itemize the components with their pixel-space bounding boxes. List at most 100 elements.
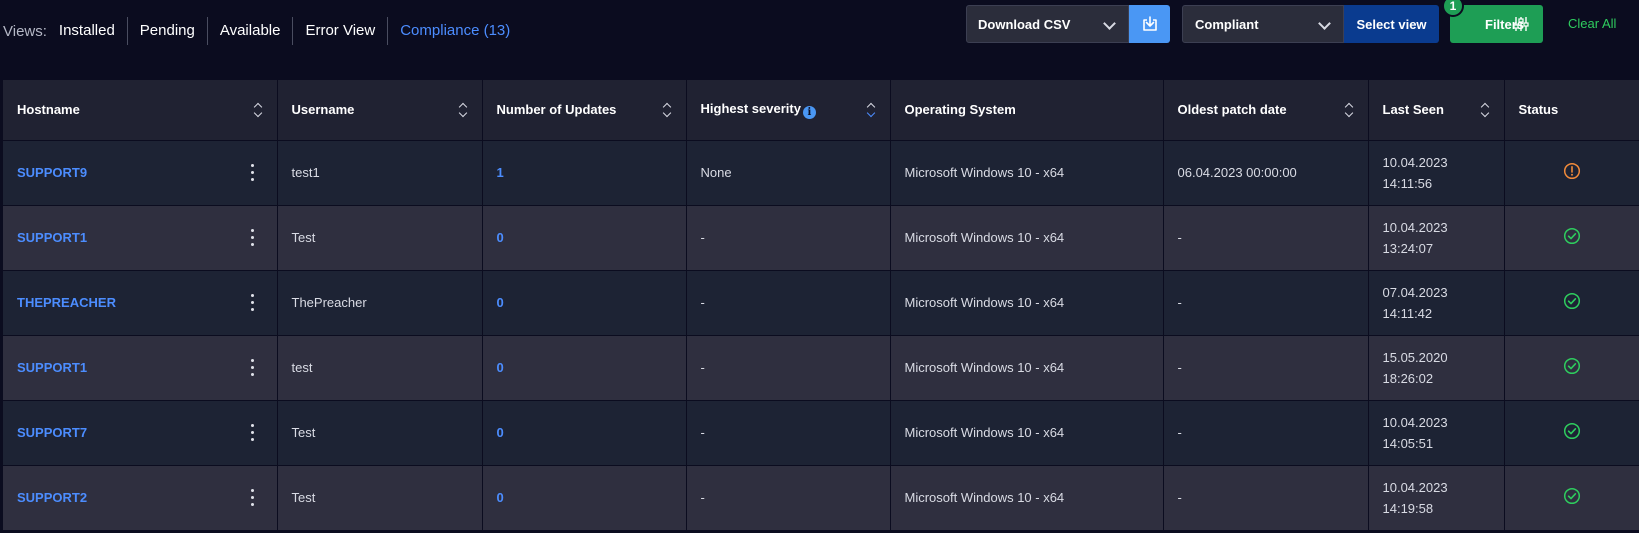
last-seen-date: 10.04.2023	[1382, 219, 1448, 235]
views-label: Views:	[3, 22, 47, 40]
more-options-icon[interactable]	[250, 163, 255, 182]
last-seen-time: 14:19:58	[1382, 500, 1434, 516]
saved-view-select[interactable]: Compliant	[1182, 5, 1344, 43]
column-header-hostname[interactable]: Hostname	[3, 80, 278, 141]
cell-updates: 0	[482, 465, 687, 531]
check-circle-icon	[1563, 357, 1581, 378]
updates-count-link[interactable]: 0	[497, 230, 504, 245]
cell-hostname: SUPPORT1	[3, 205, 278, 271]
column-header-label: Operating System	[904, 102, 1016, 118]
cell-severity: -	[686, 205, 891, 271]
column-header-label: Username	[291, 102, 355, 118]
view-tab-available[interactable]: Available	[208, 17, 294, 45]
clear-all-link[interactable]: Clear All	[1568, 16, 1616, 31]
cell-oldest-patch: -	[1163, 205, 1369, 271]
more-options-icon[interactable]	[250, 228, 255, 247]
cell-hostname: THEPREACHER	[3, 270, 278, 336]
view-tab-installed[interactable]: Installed	[59, 17, 128, 45]
hostname-link[interactable]: THEPREACHER	[17, 295, 116, 310]
more-options-icon[interactable]	[250, 358, 255, 377]
cell-last-seen: 07.04.2023 14:11:42	[1368, 270, 1505, 336]
cell-status	[1504, 335, 1639, 401]
cell-os: Microsoft Windows 10 - x64	[890, 205, 1164, 271]
column-header-label: Highest severity	[700, 100, 801, 116]
column-header-label: Number of Updates	[496, 102, 617, 118]
hostname-link[interactable]: SUPPORT1	[17, 360, 87, 375]
column-header-os: Operating System	[890, 80, 1164, 141]
view-tab-compliance[interactable]: Compliance (13)	[388, 17, 522, 45]
updates-count-link[interactable]: 0	[497, 425, 504, 440]
cell-updates: 1	[482, 140, 687, 206]
column-header-label: Hostname	[17, 102, 80, 118]
cell-hostname: SUPPORT2	[3, 465, 278, 531]
chevron-down-icon	[1318, 17, 1331, 30]
check-circle-icon	[1563, 487, 1581, 508]
view-tab-error-view[interactable]: Error View	[293, 17, 389, 45]
saved-view-value: Compliant	[1195, 16, 1259, 32]
compliance-table: Hostname Username Number of Updates High…	[3, 80, 1639, 531]
sort-icon[interactable]	[662, 102, 672, 118]
sort-icon[interactable]	[1344, 102, 1354, 118]
sort-icon[interactable]	[253, 102, 263, 118]
sort-icon[interactable]	[458, 102, 468, 118]
download-button[interactable]	[1129, 5, 1170, 43]
cell-last-seen: 10.04.2023 14:11:56	[1368, 140, 1505, 206]
hostname-link[interactable]: SUPPORT9	[17, 165, 87, 180]
table-row: SUPPORT7 Test 0 - Microsoft Windows 10 - x64…	[3, 400, 1639, 466]
cell-last-seen: 10.04.2023 13:24:07	[1368, 205, 1505, 271]
updates-count-link[interactable]: 0	[497, 490, 504, 505]
hostname-link[interactable]: SUPPORT7	[17, 425, 87, 440]
download-format-value: Download CSV	[978, 16, 1071, 32]
sort-icon[interactable]	[1480, 102, 1490, 118]
last-seen-date: 15.05.2020	[1382, 349, 1448, 365]
filters-button[interactable]: Filters	[1450, 5, 1543, 43]
column-header-updates[interactable]: Number of Updates	[482, 80, 687, 141]
hostname-link[interactable]: SUPPORT1	[17, 230, 87, 245]
cell-os: Microsoft Windows 10 - x64	[890, 140, 1164, 206]
cell-oldest-patch: -	[1163, 400, 1369, 466]
updates-count-link[interactable]: 0	[497, 295, 504, 310]
sliders-icon	[1513, 17, 1529, 31]
cell-severity: -	[686, 465, 891, 531]
cell-updates: 0	[482, 270, 687, 336]
cell-oldest-patch: -	[1163, 335, 1369, 401]
cell-updates: 0	[482, 400, 687, 466]
cell-status	[1504, 400, 1639, 466]
select-view-button[interactable]: Select view	[1344, 5, 1439, 43]
chevron-down-icon	[1103, 17, 1116, 30]
hostname-link[interactable]: SUPPORT2	[17, 490, 87, 505]
column-header-oldest-patch[interactable]: Oldest patch date	[1163, 80, 1369, 141]
last-seen-time: 13:24:07	[1382, 240, 1434, 256]
column-header-label: Status	[1518, 102, 1559, 118]
cell-hostname: SUPPORT9	[3, 140, 278, 206]
download-icon	[1142, 16, 1157, 31]
column-header-status: Status	[1504, 80, 1639, 141]
sort-icon[interactable]	[866, 102, 876, 118]
cell-severity: -	[686, 335, 891, 401]
updates-count-link[interactable]: 0	[497, 360, 504, 375]
download-format-select[interactable]: Download CSV	[966, 5, 1129, 43]
column-header-label: Last Seen	[1382, 102, 1444, 118]
cell-hostname: SUPPORT1	[3, 335, 278, 401]
more-options-icon[interactable]	[250, 293, 255, 312]
cell-os: Microsoft Windows 10 - x64	[890, 335, 1164, 401]
views-switcher: Views: Installed Pending Available Error…	[3, 17, 522, 45]
cell-updates: 0	[482, 335, 687, 401]
cell-status	[1504, 140, 1639, 206]
column-header-last-seen[interactable]: Last Seen	[1368, 80, 1505, 141]
cell-username: ThePreacher	[277, 270, 483, 336]
more-options-icon[interactable]	[250, 423, 255, 442]
cell-username: Test	[277, 465, 483, 531]
more-options-icon[interactable]	[250, 488, 255, 507]
cell-updates: 0	[482, 205, 687, 271]
column-header-severity[interactable]: Highest severity i	[686, 80, 891, 141]
cell-status	[1504, 465, 1639, 531]
last-seen-date: 10.04.2023	[1382, 414, 1448, 430]
cell-last-seen: 10.04.2023 14:05:51	[1368, 400, 1505, 466]
view-tab-pending[interactable]: Pending	[128, 17, 208, 45]
info-icon[interactable]: i	[802, 105, 816, 119]
column-header-username[interactable]: Username	[277, 80, 483, 141]
cell-oldest-patch: -	[1163, 465, 1369, 531]
updates-count-link[interactable]: 1	[497, 165, 504, 180]
table-row: SUPPORT9 test1 1 None Microsoft Windows 10 -…	[3, 140, 1639, 206]
